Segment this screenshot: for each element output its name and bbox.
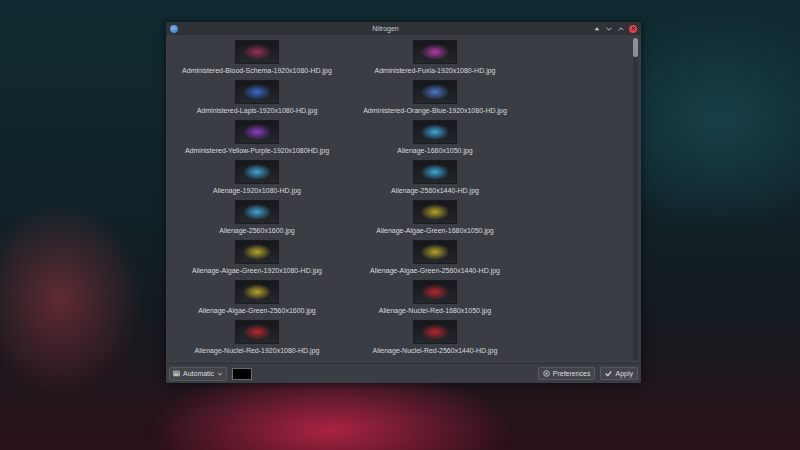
window-controls — [593, 25, 637, 33]
preferences-button[interactable]: Preferences — [538, 367, 596, 380]
maximize-button[interactable] — [617, 25, 625, 33]
close-icon — [631, 26, 636, 31]
wallpaper-item[interactable]: Alienage-Nuclei-Red-1920x1080-HD.jpg — [168, 318, 346, 358]
mode-dropdown[interactable]: Automatic — [169, 367, 227, 381]
wallpaper-name: Alienage-Nuclei-Red-1680x1050.jpg — [379, 306, 491, 315]
keep-above-button[interactable] — [593, 25, 601, 33]
wallpaper-item[interactable]: Administered-Lapis-1920x1080-HD.jpg — [168, 78, 346, 118]
maximize-icon — [618, 26, 624, 32]
apply-button[interactable]: Apply — [600, 367, 638, 380]
wallpaper-item[interactable]: Alienage-Algae-Green-1680x1050.jpg — [346, 198, 524, 238]
wallpaper-item[interactable]: Alienage-1680x1050.jpg — [346, 118, 524, 158]
wallpaper-item[interactable]: Administered-Fuxia-1920x1080-HD.jpg — [346, 38, 524, 78]
wallpaper-thumbnail[interactable] — [413, 80, 457, 104]
scrollbar-thumb[interactable] — [633, 38, 638, 57]
wallpaper-item[interactable]: Administered-Orange-Blue-1920x1080-HD.jp… — [346, 78, 524, 118]
wallpaper-item[interactable]: Alienage-Nuclei-Red-2560x1440-HD.jpg — [346, 318, 524, 358]
wallpaper-thumbnail[interactable] — [235, 240, 279, 264]
wallpaper-name: Alienage-Algae-Green-1920x1080-HD.jpg — [192, 266, 322, 275]
preferences-icon — [543, 370, 550, 377]
wallpaper-name: Alienage-Algae-Green-1680x1050.jpg — [376, 226, 494, 235]
wallpaper-thumbnail[interactable] — [413, 200, 457, 224]
wallpaper-item[interactable]: Alienage-Algae-Green-2560x1440-HD.jpg — [346, 238, 524, 278]
wallpaper-name: Administered-Orange-Blue-1920x1080-HD.jp… — [363, 106, 507, 115]
arrow-up-icon — [594, 26, 600, 32]
wallpaper-name: Administered-Fuxia-1920x1080-HD.jpg — [374, 66, 495, 75]
wallpaper-name: Alienage-Algae-Green-2560x1440-HD.jpg — [370, 266, 500, 275]
wallpaper-thumbnail[interactable] — [413, 320, 457, 344]
wallpaper-name: Administered-Yellow-Purple-1920x1080HD.j… — [185, 146, 329, 155]
wallpaper-item[interactable]: Alienage-2560x1440-HD.jpg — [346, 158, 524, 198]
wallpaper-name: Alienage-1920x1080-HD.jpg — [213, 186, 301, 195]
scrollbar[interactable] — [633, 38, 638, 360]
wallpaper-thumbnail[interactable] — [235, 40, 279, 64]
close-button[interactable] — [629, 25, 637, 33]
wallpaper-name: Administered-Lapis-1920x1080-HD.jpg — [197, 106, 318, 115]
wallpaper-thumbnail[interactable] — [413, 40, 457, 64]
wallpaper-name: Alienage-2560x1440-HD.jpg — [391, 186, 479, 195]
image-icon — [173, 370, 180, 377]
wallpaper-item[interactable]: Administered-Yellow-Purple-1920x1080HD.j… — [168, 118, 346, 158]
wallpaper-thumbnail[interactable] — [235, 80, 279, 104]
app-icon — [170, 25, 178, 33]
desktop: Nitrogen Administered-Blood-Schema-1920x1… — [0, 0, 800, 450]
wallpaper-item[interactable]: Alienage-Algae-Green-1920x1080-HD.jpg — [168, 238, 346, 278]
wallpaper-thumbnail[interactable] — [235, 200, 279, 224]
wallpaper-item[interactable]: Alienage-1920x1080-HD.jpg — [168, 158, 346, 198]
bottom-bar: Automatic Preferences Apply — [166, 363, 641, 383]
minimize-button[interactable] — [605, 25, 613, 33]
nitrogen-window: Nitrogen Administered-Blood-Schema-1920x1… — [166, 22, 641, 383]
wallpaper-grid: Administered-Blood-Schema-1920x1080-HD.j… — [166, 35, 633, 363]
chevron-down-icon — [217, 371, 223, 377]
minimize-icon — [606, 26, 612, 32]
wallpaper-item[interactable]: Alienage-Algae-Green-2560x1600.jpg — [168, 278, 346, 318]
wallpaper-item[interactable]: Administered-Blood-Schema-1920x1080-HD.j… — [168, 38, 346, 78]
wallpaper-thumbnail[interactable] — [413, 120, 457, 144]
content: Administered-Blood-Schema-1920x1080-HD.j… — [166, 35, 641, 363]
wallpaper-thumbnail[interactable] — [235, 160, 279, 184]
wallpaper-thumbnail[interactable] — [235, 120, 279, 144]
wallpaper-name: Alienage-Nuclei-Red-1920x1080-HD.jpg — [195, 346, 320, 355]
wallpaper-thumbnail[interactable] — [235, 320, 279, 344]
mode-value: Automatic — [183, 370, 214, 377]
wallpaper-item[interactable]: Alienage-Nuclei-Red-1680x1050.jpg — [346, 278, 524, 318]
wallpaper-thumbnail[interactable] — [413, 160, 457, 184]
wallpaper-name: Alienage-Nuclei-Red-2560x1440-HD.jpg — [373, 346, 498, 355]
window-title: Nitrogen — [182, 22, 589, 35]
wallpaper-name: Administered-Blood-Schema-1920x1080-HD.j… — [182, 66, 332, 75]
wallpaper-item[interactable]: Alienage-2560x1600.jpg — [168, 198, 346, 238]
wallpaper-name: Alienage-1680x1050.jpg — [397, 146, 473, 155]
wallpaper-thumbnail[interactable] — [413, 280, 457, 304]
wallpaper-name: Alienage-Algae-Green-2560x1600.jpg — [198, 306, 316, 315]
background-color-swatch[interactable] — [232, 368, 252, 380]
check-icon — [605, 370, 612, 377]
wallpaper-thumbnail[interactable] — [413, 240, 457, 264]
wallpaper-name: Alienage-2560x1600.jpg — [219, 226, 295, 235]
title-bar[interactable]: Nitrogen — [166, 22, 641, 35]
wallpaper-thumbnail[interactable] — [235, 280, 279, 304]
